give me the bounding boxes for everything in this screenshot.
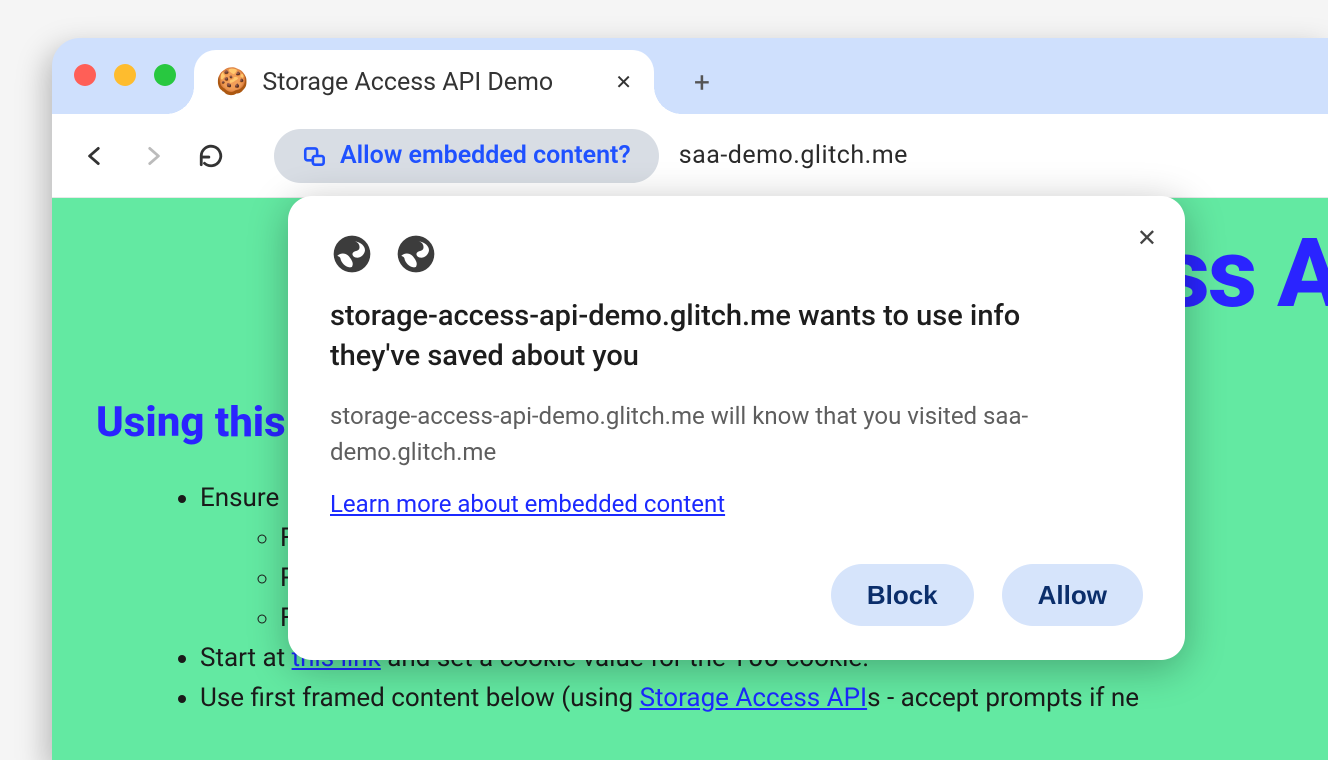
section-heading: Using this <box>96 398 286 447</box>
storage-access-api-link[interactable]: Storage Access API <box>640 683 868 713</box>
dialog-title: storage-access-api-demo.glitch.me wants … <box>330 296 1050 376</box>
permission-chip[interactable]: Allow embedded content? <box>274 129 659 183</box>
embedded-content-icon <box>302 143 328 169</box>
back-button[interactable] <box>80 141 110 171</box>
tab-favicon: 🍪 <box>216 69 248 95</box>
maximize-window-button[interactable] <box>154 64 176 86</box>
browser-toolbar: Allow embedded content? saa-demo.glitch.… <box>52 114 1328 198</box>
browser-tab-active[interactable]: 🍪 Storage Access API Demo ✕ <box>194 50 654 114</box>
storage-access-permission-dialog: ✕ storage-access-api-demo.glitch.me want… <box>288 196 1185 660</box>
forward-button[interactable] <box>138 141 168 171</box>
globe-icon <box>330 232 374 276</box>
close-window-button[interactable] <box>74 64 96 86</box>
block-button[interactable]: Block <box>831 564 974 626</box>
tabstrip: 🍪 Storage Access API Demo ✕ + <box>194 44 1328 114</box>
tab-title: Storage Access API Demo <box>262 68 553 97</box>
dialog-body: storage-access-api-demo.glitch.me will k… <box>330 398 1143 470</box>
globe-icon <box>394 232 438 276</box>
allow-button[interactable]: Allow <box>1002 564 1143 626</box>
minimize-window-button[interactable] <box>114 64 136 86</box>
learn-more-link[interactable]: Learn more about embedded content <box>330 490 725 518</box>
dialog-icon-row <box>330 232 1143 276</box>
page-hero-text-fragment: ss A <box>1161 218 1328 330</box>
dialog-close-button[interactable]: ✕ <box>1137 224 1157 252</box>
permission-chip-label: Allow embedded content? <box>340 141 631 170</box>
tab-close-button[interactable]: ✕ <box>615 70 632 94</box>
new-tab-button[interactable]: + <box>680 60 724 104</box>
reload-button[interactable] <box>196 141 226 171</box>
omnibox: Allow embedded content? saa-demo.glitch.… <box>274 129 908 183</box>
window-controls <box>74 64 176 86</box>
list-item: Use first framed content below (using St… <box>200 678 1139 718</box>
url-display[interactable]: saa-demo.glitch.me <box>679 141 908 170</box>
